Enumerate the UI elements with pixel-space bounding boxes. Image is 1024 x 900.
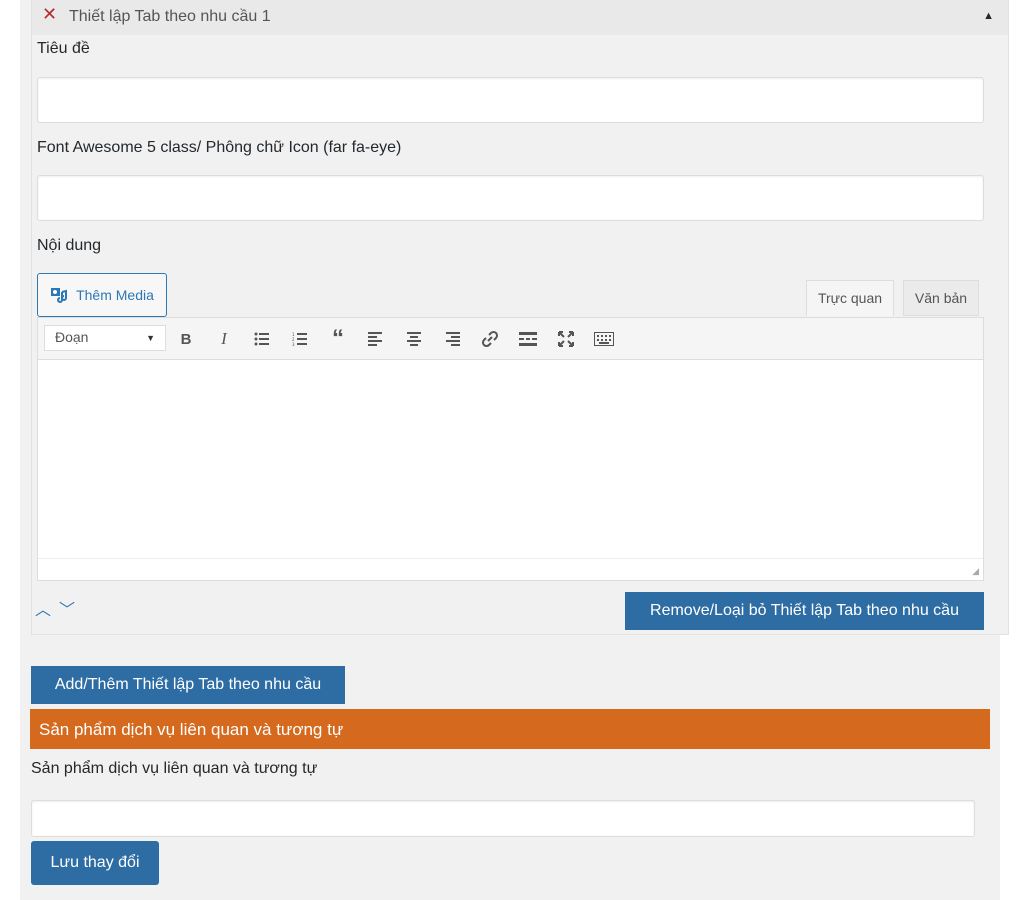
media-icon <box>51 288 68 303</box>
link-icon[interactable] <box>479 328 501 350</box>
bold-icon[interactable]: B <box>175 328 197 350</box>
group-title: Thiết lập Tab theo nhu cầu 1 <box>69 8 271 25</box>
related-field-label: Sản phẩm dịch vụ liên quan và tương tự <box>31 760 318 777</box>
remove-tab-button[interactable]: Remove/Loại bỏ Thiết lập Tab theo nhu cầ… <box>625 592 984 630</box>
format-select[interactable]: Đoạn ▼ <box>44 325 166 351</box>
align-center-icon[interactable] <box>403 328 425 350</box>
icon-class-input[interactable] <box>37 175 984 221</box>
related-section-header: Sản phẩm dịch vụ liên quan và tương tự <box>30 709 990 749</box>
move-down-icon[interactable]: ﹀ <box>59 602 75 619</box>
tab-visual[interactable]: Trực quan <box>806 280 894 316</box>
editor-content-area[interactable] <box>38 360 983 558</box>
related-products-input[interactable] <box>31 800 975 837</box>
title-label: Tiêu đề <box>37 40 90 57</box>
align-left-icon[interactable] <box>365 328 387 350</box>
content-label: Nội dung <box>37 237 102 254</box>
editor-toolbar: Đoạn ▼ B I 123 “ <box>38 318 983 360</box>
close-icon[interactable]: ✕ <box>42 4 57 25</box>
collapse-up-icon[interactable]: ▲ <box>983 10 994 22</box>
bullet-list-icon[interactable] <box>251 328 273 350</box>
move-up-icon[interactable]: ︿ <box>35 602 51 619</box>
format-select-value: Đoạn <box>55 329 89 345</box>
resize-handle-icon[interactable]: ◢ <box>972 566 979 577</box>
add-media-label: Thêm Media <box>76 287 154 303</box>
add-media-button[interactable]: Thêm Media <box>37 273 167 317</box>
tab-text[interactable]: Văn bản <box>903 280 979 316</box>
icon-class-label: Font Awesome 5 class/ Phông chữ Icon (fa… <box>37 139 402 156</box>
blockquote-icon[interactable]: “ <box>327 325 349 352</box>
move-controls: ︿ ﹀ <box>35 596 83 620</box>
toolbar-toggle-icon[interactable] <box>593 328 615 350</box>
fullscreen-icon[interactable] <box>555 328 577 350</box>
editor-statusbar: ◢ <box>38 558 983 580</box>
group-header[interactable]: ✕ Thiết lập Tab theo nhu cầu 1 ▲ <box>32 0 1008 35</box>
read-more-icon[interactable] <box>517 328 539 350</box>
save-changes-button[interactable]: Lưu thay đổi <box>31 841 159 885</box>
align-right-icon[interactable] <box>441 328 463 350</box>
numbered-list-icon[interactable]: 123 <box>289 328 311 350</box>
add-tab-button[interactable]: Add/Thêm Thiết lập Tab theo nhu cầu <box>31 666 345 704</box>
svg-text:3: 3 <box>292 342 295 346</box>
italic-icon[interactable]: I <box>213 328 235 350</box>
chevron-down-icon: ▼ <box>146 333 155 343</box>
content-editor: Đoạn ▼ B I 123 “ ◢ <box>37 317 984 581</box>
title-input[interactable] <box>37 77 984 123</box>
